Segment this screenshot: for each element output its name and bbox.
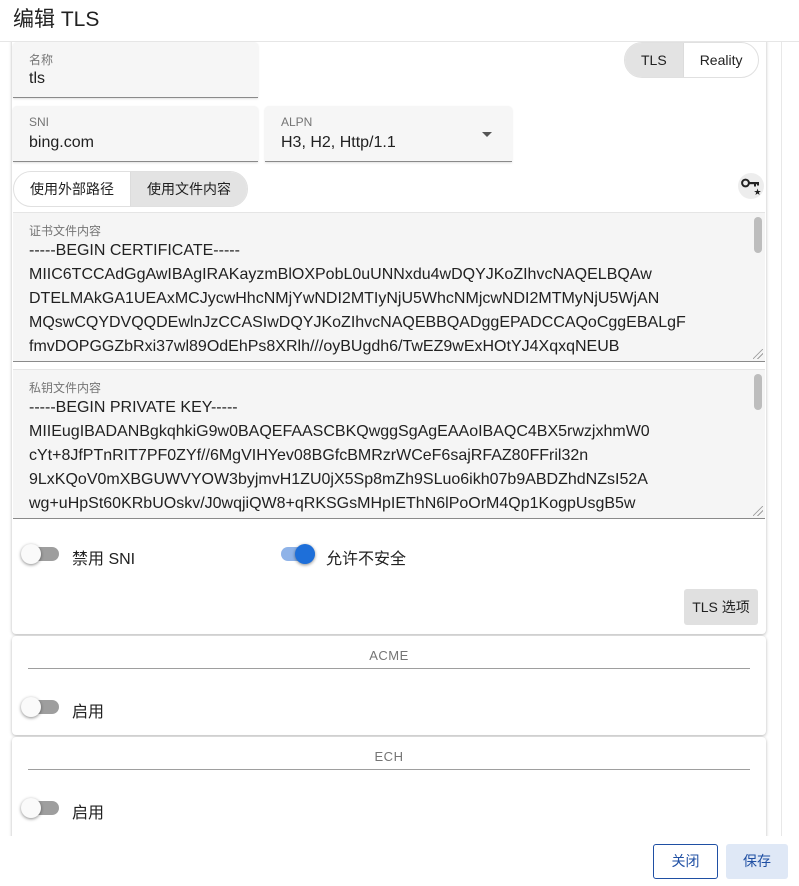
chevron-down-icon[interactable]: [482, 132, 492, 137]
cert-content-lines[interactable]: -----BEGIN CERTIFICATE----- MIIC6TCCAdGg…: [29, 239, 743, 359]
cert-content-label: 证书文件内容: [29, 224, 102, 238]
cert-scrollbar[interactable]: [754, 217, 762, 253]
alpn-select-value: H3, H2, Http/1.1: [281, 134, 396, 151]
cert-content-textarea[interactable]: 证书文件内容 -----BEGIN CERTIFICATE----- MIIC6…: [13, 212, 765, 362]
key-star-icon: ★: [741, 178, 762, 198]
svg-text:★: ★: [754, 188, 762, 198]
allow-insecure-switch[interactable]: [277, 542, 317, 566]
key-content-textarea[interactable]: 私钥文件内容 -----BEGIN PRIVATE KEY----- MIIEu…: [13, 369, 765, 519]
close-button[interactable]: 关闭: [653, 844, 718, 879]
key-content-label: 私钥文件内容: [29, 381, 102, 395]
dialog-scrollbar[interactable]: [781, 42, 799, 836]
name-field-value[interactable]: tls: [29, 70, 45, 88]
tls-options-button[interactable]: TLS 选项: [684, 589, 758, 625]
disable-sni-switch[interactable]: [21, 542, 61, 566]
key-content-lines[interactable]: -----BEGIN PRIVATE KEY----- MIIEugIBADAN…: [29, 396, 743, 516]
save-button[interactable]: 保存: [726, 844, 788, 879]
disable-sni-label: 禁用 SNI: [72, 551, 136, 568]
acme-divider: [28, 668, 750, 669]
use-file-content-button[interactable]: 使用文件内容: [131, 172, 247, 206]
generate-key-button[interactable]: ★: [738, 173, 764, 199]
tls-card: 名称 tls TLS Reality SNI bing.com ALPN H3,…: [12, 42, 766, 634]
acme-enable-switch[interactable]: [21, 695, 61, 719]
ech-card: ECH 启用: [12, 737, 766, 836]
ech-enable-label: 启用: [72, 805, 105, 822]
acme-enable-label: 启用: [72, 704, 105, 721]
alpn-select[interactable]: ALPN H3, H2, Http/1.1: [265, 106, 512, 162]
acme-title: ACME: [369, 648, 409, 663]
sni-field-value[interactable]: bing.com: [29, 134, 94, 152]
protocol-toggle: TLS Reality: [624, 42, 760, 78]
ech-enable-switch[interactable]: [21, 796, 61, 820]
alpn-select-label: ALPN: [281, 115, 313, 129]
name-field-label: 名称: [29, 53, 54, 67]
key-resize-handle[interactable]: [753, 506, 763, 516]
name-field[interactable]: 名称 tls: [13, 42, 258, 98]
ech-title: ECH: [374, 749, 404, 764]
protocol-tls-button[interactable]: TLS: [625, 43, 683, 77]
source-toggle: 使用外部路径 使用文件内容: [13, 171, 248, 207]
ech-divider: [28, 769, 750, 770]
cert-resize-handle[interactable]: [753, 349, 763, 359]
sni-field[interactable]: SNI bing.com: [13, 106, 258, 162]
allow-insecure-label: 允许不安全: [326, 551, 407, 568]
dialog-content: 名称 tls TLS Reality SNI bing.com ALPN H3,…: [0, 42, 799, 836]
acme-card: ACME 启用: [12, 636, 766, 735]
dialog-title: 编辑 TLS: [13, 8, 100, 31]
key-scrollbar[interactable]: [754, 374, 762, 410]
protocol-reality-button[interactable]: Reality: [684, 43, 759, 77]
sni-field-label: SNI: [29, 115, 50, 129]
use-external-path-button[interactable]: 使用外部路径: [14, 172, 130, 206]
